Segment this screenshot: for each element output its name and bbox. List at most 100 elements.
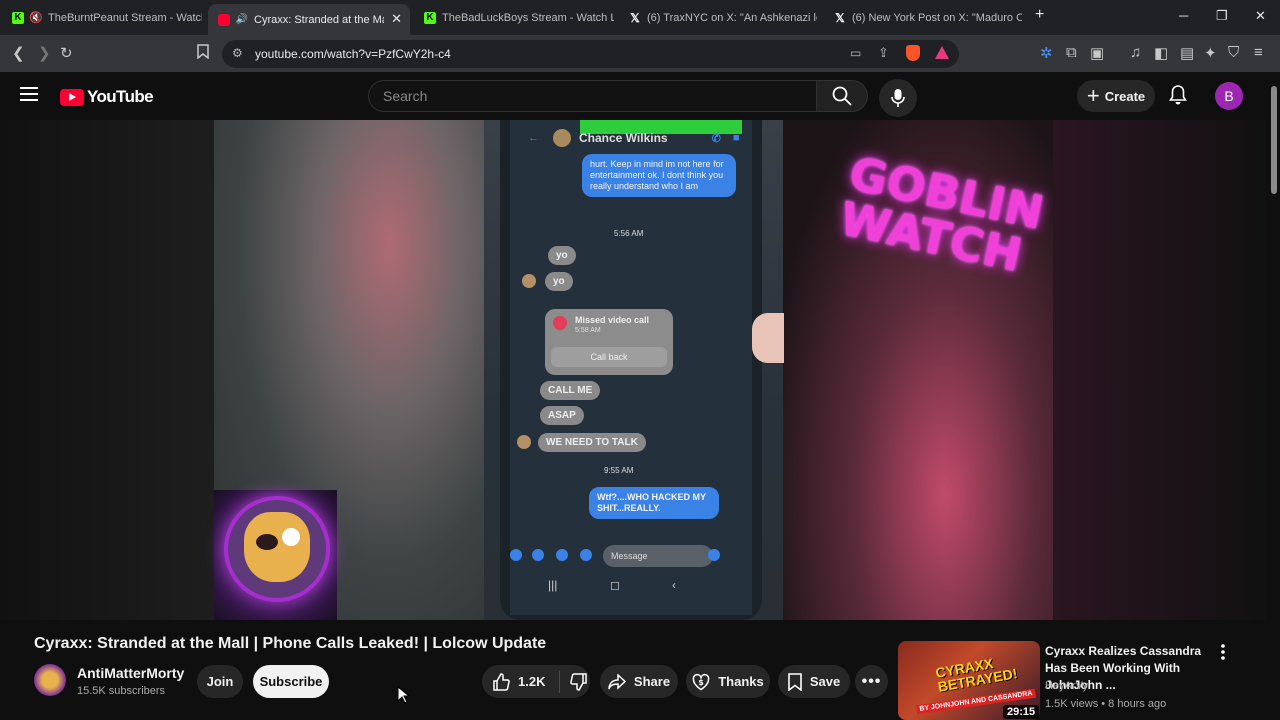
- youtube-header: YouTube + Create B: [0, 72, 1280, 120]
- kick-icon: K: [12, 11, 24, 24]
- youtube-play-icon: [60, 88, 84, 106]
- new-tab-icon[interactable]: +: [1035, 6, 1044, 24]
- chat-bubble-outgoing: Wtf?....WHO HACKED MY SHIT...REALLY.: [589, 487, 719, 519]
- chat-bubble-outgoing: hurt. Keep in mind im not here for enter…: [582, 154, 736, 197]
- subscribe-label: Subscribe: [259, 674, 323, 689]
- reload-icon[interactable]: ↻: [60, 44, 73, 62]
- join-button[interactable]: Join: [197, 665, 243, 698]
- site-info-icon[interactable]: ⚙: [232, 46, 243, 60]
- tab-burntpeanut[interactable]: K 🔇 TheBurntPeanut Stream - Watch L: [2, 4, 202, 31]
- plus-icon: +: [1086, 83, 1100, 108]
- guide-menu-icon[interactable]: [20, 86, 38, 107]
- search-box[interactable]: [368, 80, 817, 112]
- x-icon: 𝕏: [630, 10, 640, 25]
- contact-avatar: [553, 129, 571, 147]
- letterbox-right: [1053, 120, 1266, 620]
- svg-text:$: $: [698, 678, 704, 687]
- share-page-icon[interactable]: ⇪: [878, 45, 889, 61]
- screenshot-icon[interactable]: ▣: [1090, 44, 1104, 62]
- subscribe-button[interactable]: Subscribe: [253, 665, 329, 698]
- brave-rewards-icon[interactable]: [935, 46, 949, 59]
- more-actions-button[interactable]: •••: [855, 665, 888, 698]
- x-icon: 𝕏: [835, 10, 845, 25]
- chat-bubble-incoming: WE NEED TO TALK: [538, 433, 646, 452]
- thanks-label: Thanks: [718, 674, 764, 689]
- browser-toolbar: ❮ ❯ ↻ ⚙ youtube.com/watch?v=PzfCwY2h-c4 …: [0, 35, 1280, 72]
- watermark-face: [244, 512, 310, 582]
- home-icon: ◻: [610, 578, 620, 592]
- phone-call-icon: ✆: [711, 132, 721, 145]
- tab-nypost[interactable]: 𝕏 (6) New York Post on X: "Maduro Ope: [824, 4, 1022, 31]
- extension-icon[interactable]: ✲: [1040, 44, 1053, 62]
- restore-icon[interactable]: ❐: [1216, 8, 1228, 24]
- tab-title: TheBadLuckBoys Stream - Watch Live: [442, 11, 614, 24]
- close-tab-icon[interactable]: ✕: [391, 11, 402, 27]
- chat-bubble-incoming: yo: [545, 272, 573, 291]
- like-small-icon: [708, 549, 720, 561]
- menu-icon[interactable]: ≡: [1254, 44, 1263, 61]
- chat-bubble-incoming: CALL ME: [540, 381, 601, 400]
- chat-bubble-incoming: ASAP: [540, 406, 584, 425]
- notifications-bell-icon[interactable]: [1169, 85, 1187, 110]
- message-composer: Message: [508, 545, 748, 567]
- extensions-puzzle-icon[interactable]: ⧉: [1066, 44, 1077, 61]
- thumbs-down-icon: [570, 672, 588, 691]
- share-label: Share: [633, 674, 671, 689]
- channel-name[interactable]: AntiMatterMorty: [77, 665, 184, 681]
- chat-bubble-incoming: yo: [548, 246, 576, 265]
- dislike-button[interactable]: [570, 672, 588, 691]
- close-window-icon[interactable]: ✕: [1255, 8, 1266, 24]
- save-button[interactable]: Save: [778, 665, 850, 698]
- youtube-logo[interactable]: YouTube: [60, 87, 154, 107]
- youtube-icon: [218, 13, 230, 26]
- chat-timestamp: 5:56 AM: [614, 229, 644, 238]
- save-bookmark-icon: [788, 672, 802, 691]
- leo-ai-icon[interactable]: ✦: [1204, 44, 1217, 62]
- scrollbar-thumb[interactable]: [1271, 86, 1277, 194]
- missed-call-time: 5:58 AM: [575, 327, 601, 334]
- minimize-icon[interactable]: ─: [1179, 8, 1188, 23]
- eyepatch: [256, 534, 278, 550]
- recents-icon: |||: [548, 578, 558, 592]
- vpn-icon[interactable]: ⛉: [1228, 44, 1239, 61]
- more-horizontal-icon: •••: [861, 672, 882, 690]
- wallet-icon[interactable]: ▤: [1180, 44, 1194, 62]
- bookmark-icon[interactable]: [197, 44, 209, 63]
- mic-small-icon: [580, 549, 592, 561]
- logo-text: YouTube: [87, 87, 154, 106]
- search-icon: [832, 86, 852, 106]
- voice-search-button[interactable]: [879, 79, 917, 117]
- tab-title: TheBurntPeanut Stream - Watch L: [48, 11, 202, 24]
- back-icon[interactable]: ❮: [12, 44, 25, 62]
- forward-icon[interactable]: ❯: [38, 44, 51, 62]
- like-count[interactable]: 1.2K: [518, 674, 545, 689]
- chat-header: ← Chance Wilkins ✆ ■: [528, 129, 739, 147]
- tab-badluckboys[interactable]: K TheBadLuckBoys Stream - Watch Live: [414, 4, 614, 31]
- contact-mini-avatar: [522, 274, 536, 288]
- like-button[interactable]: [492, 672, 510, 691]
- tab-cyraxx[interactable]: 🔊 Cyraxx: Stranded at the Mall | ✕: [208, 4, 410, 35]
- cast-icon[interactable]: ▭: [850, 46, 861, 60]
- sidebar-icon[interactable]: ◧: [1154, 44, 1168, 62]
- brave-shield-icon[interactable]: [906, 45, 920, 61]
- search-input[interactable]: [383, 88, 783, 104]
- create-label: Create: [1104, 88, 1146, 104]
- media-icon[interactable]: ♫: [1130, 44, 1141, 61]
- speaker-icon[interactable]: 🔊: [236, 14, 248, 26]
- more-vertical-icon[interactable]: [1220, 644, 1226, 665]
- video-duration-badge: 29:15: [1003, 705, 1040, 719]
- mouse-cursor-icon: [397, 685, 411, 709]
- search-button[interactable]: [816, 80, 868, 112]
- create-button[interactable]: + Create: [1077, 80, 1155, 112]
- tab-traxnyc[interactable]: 𝕏 (6) TraxNYC on X: "An Ashkenazi less: [619, 4, 817, 31]
- share-button[interactable]: Share: [600, 665, 678, 698]
- account-avatar[interactable]: B: [1215, 82, 1243, 110]
- address-bar[interactable]: ⚙ youtube.com/watch?v=PzfCwY2h-c4 ▭ ⇪: [222, 40, 959, 68]
- composer-placeholder: Message: [603, 545, 713, 567]
- channel-avatar[interactable]: [34, 664, 66, 696]
- thanks-button[interactable]: $ Thanks: [686, 665, 770, 698]
- recommended-channel[interactable]: HeyArVy: [1045, 680, 1088, 692]
- kick-icon: K: [424, 11, 436, 24]
- microphone-icon: [891, 89, 905, 107]
- muted-icon[interactable]: 🔇: [29, 12, 43, 24]
